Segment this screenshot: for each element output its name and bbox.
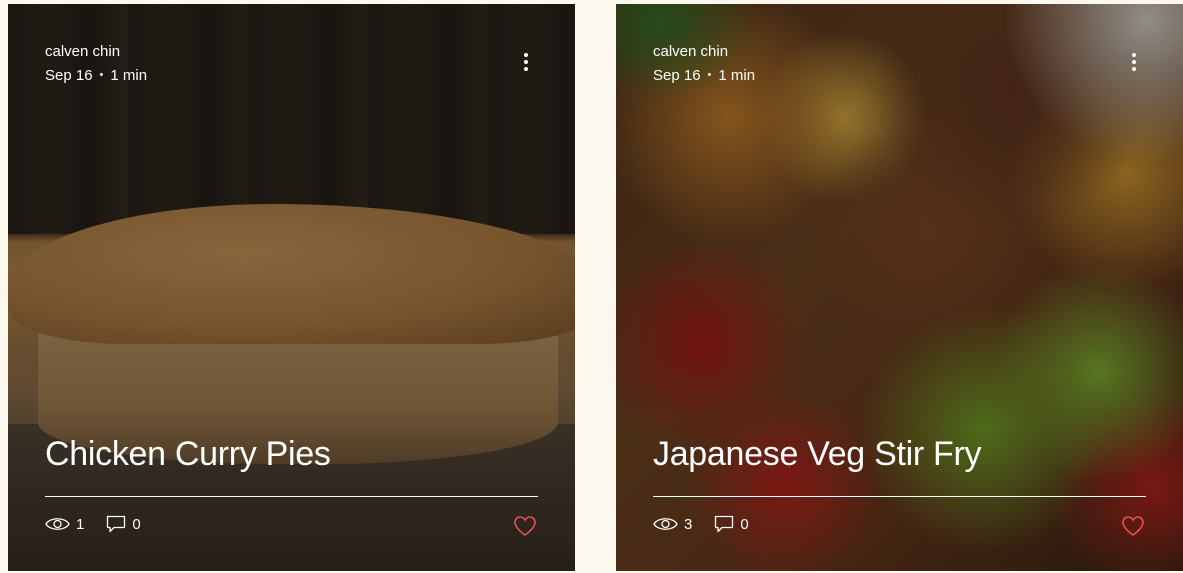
heart-icon[interactable] xyxy=(513,515,537,537)
views-stat: 1 xyxy=(45,516,84,533)
author-name[interactable]: calven chin xyxy=(45,40,147,64)
post-card[interactable]: calven chin Sep 16 • 1 min Japanese Veg St… xyxy=(616,4,1183,571)
views-count: 3 xyxy=(684,515,693,533)
post-title[interactable]: Japanese Veg Stir Fry xyxy=(653,431,982,477)
cover-overlay xyxy=(616,4,1183,571)
more-vertical-icon[interactable] xyxy=(523,53,529,71)
views-stat: 3 xyxy=(653,516,692,533)
comment-icon xyxy=(107,515,126,533)
meta-separator: • xyxy=(707,69,712,81)
post-date: Sep 16 xyxy=(653,67,701,84)
post-dateline: Sep 16 • 1 min xyxy=(653,64,755,89)
cover-overlay xyxy=(8,4,575,571)
read-time: 1 min xyxy=(110,67,148,84)
more-vertical-icon[interactable] xyxy=(1131,53,1137,71)
post-stats: 3 0 xyxy=(653,515,771,533)
comments-count: 0 xyxy=(132,515,141,533)
divider xyxy=(45,496,538,497)
post-stats: 1 0 xyxy=(45,515,163,533)
divider xyxy=(653,496,1146,497)
post-dateline: Sep 16 • 1 min xyxy=(45,64,147,89)
meta-separator: • xyxy=(99,69,104,81)
post-date: Sep 16 xyxy=(45,67,93,84)
post-card[interactable]: calven chin Sep 16 • 1 min Chicken Curry P… xyxy=(8,4,575,571)
eye-icon xyxy=(45,518,70,530)
comment-icon xyxy=(715,515,734,533)
comments-stat[interactable]: 0 xyxy=(714,515,749,533)
author-name[interactable]: calven chin xyxy=(653,40,755,64)
post-meta: calven chin Sep 16 • 1 min xyxy=(653,40,755,89)
post-meta: calven chin Sep 16 • 1 min xyxy=(45,40,147,89)
heart-icon[interactable] xyxy=(1121,515,1145,537)
read-time: 1 min xyxy=(718,67,756,84)
views-count: 1 xyxy=(76,515,85,533)
comments-count: 0 xyxy=(740,515,749,533)
comments-stat[interactable]: 0 xyxy=(106,515,141,533)
post-title[interactable]: Chicken Curry Pies xyxy=(45,431,331,477)
eye-icon xyxy=(653,518,678,530)
